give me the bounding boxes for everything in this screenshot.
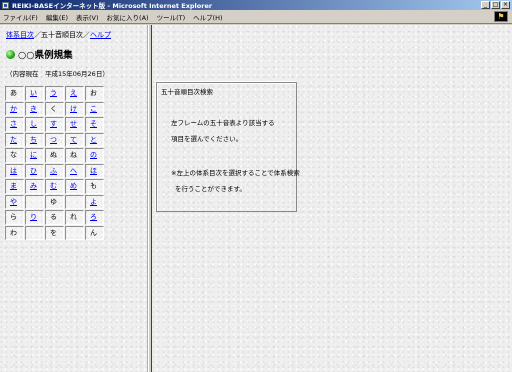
close-button[interactable]: × <box>501 1 510 9</box>
kana-link-cell[interactable]: に <box>25 148 44 163</box>
kana-link-cell[interactable]: り <box>25 210 44 225</box>
kana-link-cell[interactable]: そ <box>85 117 104 132</box>
kana-link-cell[interactable]: ほ <box>85 163 104 178</box>
menu-favorites[interactable]: お気に入り(A) <box>107 12 149 22</box>
kana-cell: ん <box>85 225 104 240</box>
kana-cell <box>65 225 84 240</box>
info-box-title: 五十音順目次検索 <box>161 88 213 96</box>
kana-table: あいうえおかきくけこさしすせそたちつてとなにぬねのはひふへほまみむめもや ゆ よらり… <box>5 86 104 240</box>
kana-cell: ゆ <box>45 194 64 209</box>
kana-cell: ら <box>5 210 24 225</box>
kana-link-cell[interactable]: ふ <box>45 163 64 178</box>
crumb-separator: ／ <box>34 31 41 39</box>
kana-cell <box>25 194 44 209</box>
page-heading: ○○県例規集 <box>6 47 73 61</box>
frameset: 体系目次／五十音順目次／ヘルプ ○○県例規集 （内容現在 平成15年06月26日… <box>0 25 512 372</box>
kana-cell: ぬ <box>45 148 64 163</box>
menu-help[interactable]: ヘルプ(H) <box>193 12 222 22</box>
kana-link-cell[interactable]: た <box>5 132 24 147</box>
window-controls: _ □ × <box>481 1 510 9</box>
ie-page-icon <box>2 1 9 9</box>
kana-cell: あ <box>5 86 24 101</box>
kana-link-cell[interactable]: と <box>85 132 104 147</box>
kana-cell: れ <box>65 210 84 225</box>
green-ball-icon <box>6 49 15 59</box>
kana-link-cell[interactable]: ひ <box>25 163 44 178</box>
crumb-separator: ／ <box>83 31 90 39</box>
kana-cell: を <box>45 225 64 240</box>
kana-link-cell[interactable]: こ <box>85 101 104 116</box>
right-frame: 五十音順目次検索 左フレームの五十音表より該当する 項目を選んでください。 ※左… <box>152 25 512 372</box>
crumb-system-index-link[interactable]: 体系目次 <box>6 31 34 39</box>
info-line: を行うことができます。 <box>175 185 246 193</box>
left-frame: 体系目次／五十音順目次／ヘルプ ○○県例規集 （内容現在 平成15年06月26日… <box>0 25 148 372</box>
menu-tools[interactable]: ツール(T) <box>157 12 186 22</box>
kana-cell <box>25 225 44 240</box>
breadcrumb: 体系目次／五十音順目次／ヘルプ <box>6 30 111 40</box>
info-line: ※左上の体系目次を選択することで体系検索 <box>171 169 300 177</box>
kana-link-cell[interactable]: み <box>25 179 44 194</box>
kana-link-cell[interactable]: せ <box>65 117 84 132</box>
kana-link-cell[interactable]: す <box>45 117 64 132</box>
crumb-help-link[interactable]: ヘルプ <box>90 31 111 39</box>
kana-link-cell[interactable]: て <box>65 132 84 147</box>
kana-link-cell[interactable]: の <box>85 148 104 163</box>
info-line: 項目を選んでください。 <box>171 135 243 143</box>
kana-link-cell[interactable]: か <box>5 101 24 116</box>
kana-link-cell[interactable]: い <box>25 86 44 101</box>
info-line: 左フレームの五十音表より該当する <box>171 119 275 127</box>
menu-view[interactable]: 表示(V) <box>76 12 99 22</box>
menu-edit[interactable]: 編集(E) <box>46 12 68 22</box>
kana-link-cell[interactable]: え <box>65 86 84 101</box>
kana-link-cell[interactable]: よ <box>85 194 104 209</box>
kana-link-cell[interactable]: は <box>5 163 24 178</box>
kana-link-cell[interactable]: き <box>25 101 44 116</box>
kana-cell: く <box>45 101 64 116</box>
as-of-date: （内容現在 平成15年06月26日） <box>6 70 109 78</box>
kana-cell: も <box>85 179 104 194</box>
kana-link-cell[interactable]: う <box>45 86 64 101</box>
kana-link-cell[interactable]: さ <box>5 117 24 132</box>
kana-cell: わ <box>5 225 24 240</box>
info-box: 五十音順目次検索 左フレームの五十音表より該当する 項目を選んでください。 ※左… <box>156 82 300 212</box>
kana-cell: ね <box>65 148 84 163</box>
menu-bar: ファイル(F) 編集(E) 表示(V) お気に入り(A) ツール(T) ヘルプ(… <box>0 10 512 24</box>
window-title: REIKI-BASEインターネット版 - Microsoft Internet … <box>12 2 213 10</box>
kana-link-cell[interactable]: へ <box>65 163 84 178</box>
kana-cell: な <box>5 148 24 163</box>
kana-link-cell[interactable]: や <box>5 194 24 209</box>
page-title: ○○県例規集 <box>18 50 73 61</box>
kana-link-cell[interactable]: ち <box>25 132 44 147</box>
kana-cell: お <box>85 86 104 101</box>
windows-logo-icon: ⚑ <box>494 11 508 22</box>
kana-link-cell[interactable]: ま <box>5 179 24 194</box>
minimize-button[interactable]: _ <box>481 1 490 9</box>
crumb-current: 五十音順目次 <box>41 31 83 39</box>
kana-link-cell[interactable]: し <box>25 117 44 132</box>
kana-link-cell[interactable]: け <box>65 101 84 116</box>
kana-link-cell[interactable]: つ <box>45 132 64 147</box>
kana-cell: る <box>45 210 64 225</box>
kana-link-cell[interactable]: ろ <box>85 210 104 225</box>
kana-link-cell[interactable]: む <box>45 179 64 194</box>
maximize-button[interactable]: □ <box>491 1 500 9</box>
menu-file[interactable]: ファイル(F) <box>3 12 38 22</box>
kana-link-cell[interactable]: め <box>65 179 84 194</box>
kana-cell <box>65 194 84 209</box>
title-bar: REIKI-BASEインターネット版 - Microsoft Internet … <box>0 0 512 10</box>
